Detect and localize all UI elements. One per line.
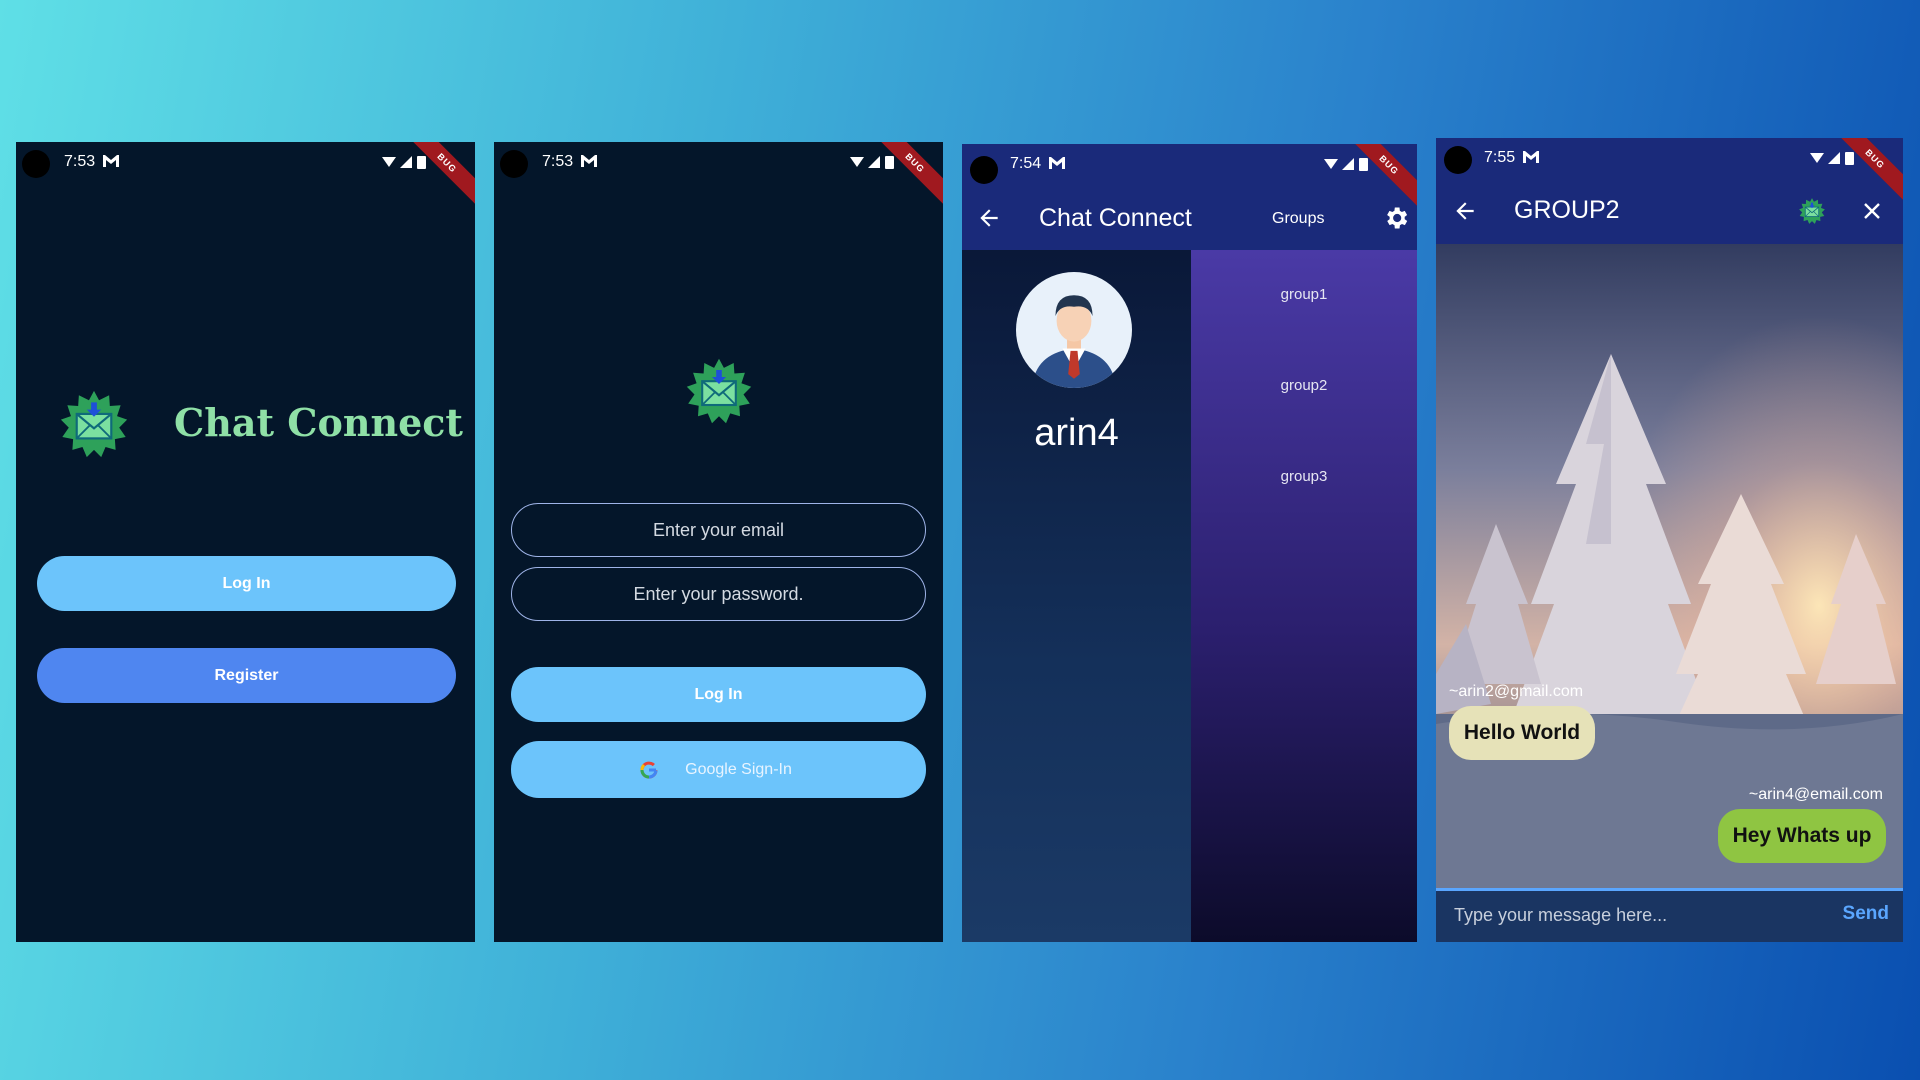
message-sender: ~arin4@email.com xyxy=(1748,786,1883,803)
gear-icon[interactable] xyxy=(1382,204,1410,232)
google-signin-button[interactable]: Google Sign-In xyxy=(511,741,926,798)
profile-panel: arin4 xyxy=(962,250,1191,942)
message-bubble[interactable]: Hey Whats up xyxy=(1718,809,1886,863)
camera-cutout xyxy=(22,150,50,178)
status-time: 7:53 xyxy=(542,153,574,170)
mail-notification-icon xyxy=(1049,157,1065,169)
camera-cutout xyxy=(500,150,528,178)
welcome-screen: 7:53 BUG Chat Connect Log In Register xyxy=(16,142,475,942)
avatar xyxy=(1016,272,1132,388)
groups-screen: 7:54 BUG Chat Connect Groups arin4 group… xyxy=(962,144,1417,942)
status-time: 7:55 xyxy=(1484,149,1516,166)
close-icon[interactable] xyxy=(1860,199,1884,223)
camera-cutout xyxy=(970,156,998,184)
email-input[interactable]: Enter your email xyxy=(511,503,926,557)
app-logo-icon[interactable] xyxy=(1798,197,1826,225)
username: arin4 xyxy=(1034,412,1119,454)
app-logo-icon xyxy=(59,389,129,459)
send-button[interactable]: Send xyxy=(1843,903,1889,925)
google-signin-label: Google Sign-In xyxy=(685,761,792,778)
group-item[interactable]: group2 xyxy=(1191,377,1417,394)
mail-notification-icon xyxy=(103,155,119,167)
group-item[interactable]: group3 xyxy=(1191,468,1417,485)
chat-screen: 7:55 BUG GROUP2 ~arin2@gmail.com Hello W… xyxy=(1436,138,1903,942)
login-button[interactable]: Log In xyxy=(511,667,926,722)
status-bar: 7:53 BUG xyxy=(16,142,475,205)
app-title: Chat Connect xyxy=(1039,204,1192,232)
groups-tab[interactable]: Groups xyxy=(1272,210,1324,228)
mail-notification-icon xyxy=(581,155,597,167)
status-bar: 7:54 BUG xyxy=(962,144,1417,207)
message-input[interactable]: Type your message here... xyxy=(1454,905,1667,926)
chat-title: GROUP2 xyxy=(1514,196,1620,224)
app-title: Chat Connect xyxy=(174,400,463,445)
status-bar: 7:55 BUG xyxy=(1436,138,1903,201)
password-input[interactable]: Enter your password. xyxy=(511,567,926,621)
status-time: 7:53 xyxy=(64,153,96,170)
login-button[interactable]: Log In xyxy=(37,556,456,611)
login-screen: 7:53 BUG Enter your email Enter your pas… xyxy=(494,142,943,942)
message-sender: ~arin2@gmail.com xyxy=(1449,683,1584,700)
message-input-bar: Type your message here... Send xyxy=(1436,888,1903,942)
group-item[interactable]: group1 xyxy=(1191,286,1417,303)
camera-cutout xyxy=(1444,146,1472,174)
google-icon xyxy=(640,761,658,779)
status-bar: 7:53 BUG xyxy=(494,142,943,205)
mail-notification-icon xyxy=(1523,151,1539,163)
back-arrow-icon[interactable] xyxy=(976,205,1002,231)
message-bubble[interactable]: Hello World xyxy=(1449,706,1595,760)
app-logo-icon xyxy=(685,357,753,425)
status-time: 7:54 xyxy=(1010,155,1042,172)
debug-banner: BUG xyxy=(405,142,475,205)
back-arrow-icon[interactable] xyxy=(1452,198,1478,224)
debug-banner: BUG xyxy=(873,142,943,205)
register-button[interactable]: Register xyxy=(37,648,456,703)
groups-drawer: group1 group2 group3 xyxy=(1191,250,1417,942)
